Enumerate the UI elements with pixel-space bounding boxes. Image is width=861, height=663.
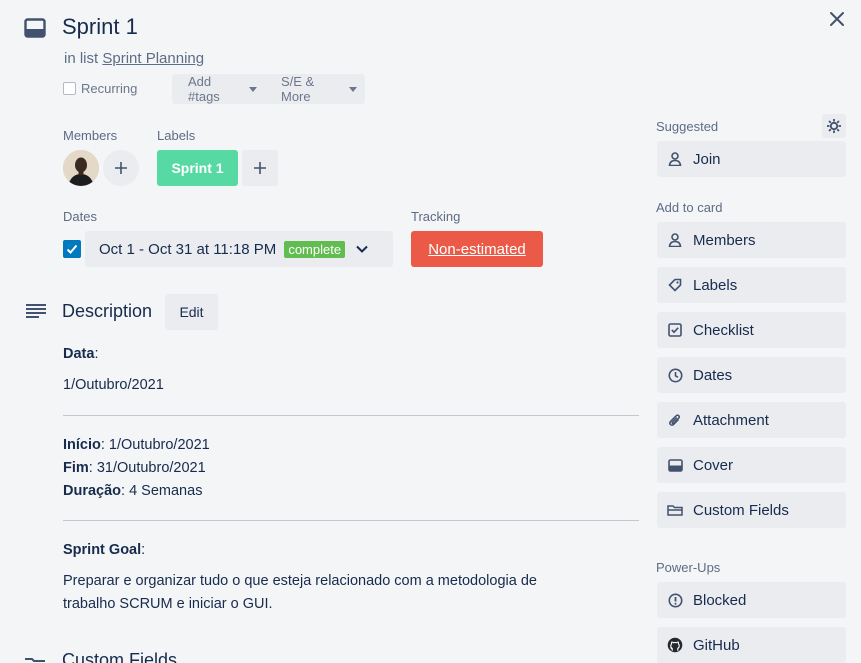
fim-line: Fim: 31/Outubro/2021	[63, 457, 206, 480]
data-value: 1/Outubro/2021	[63, 377, 164, 393]
dates-heading: Dates	[63, 209, 97, 224]
checkmark-icon	[66, 244, 78, 254]
suggested-settings-button[interactable]	[822, 114, 846, 138]
custom-fields-button[interactable]: Custom Fields	[657, 492, 846, 528]
members-heading: Members	[63, 128, 118, 143]
close-icon[interactable]	[826, 8, 848, 30]
goal-label: Sprint Goal	[63, 542, 142, 558]
labels-button[interactable]: Labels	[657, 267, 846, 303]
add-to-card-heading: Add to card	[656, 200, 723, 215]
checklist-icon	[667, 322, 683, 338]
custom-fields-icon	[667, 502, 683, 518]
due-complete-checkbox[interactable]	[63, 240, 81, 258]
join-button[interactable]: Join	[657, 141, 846, 177]
dates-button-label: Dates	[693, 366, 733, 384]
person-icon	[667, 151, 683, 167]
data-label: Data	[63, 346, 95, 362]
attachment-button-label: Attachment	[693, 411, 769, 429]
se-more-button[interactable]: S/E & More	[265, 74, 365, 104]
goal-text-2: trabalho SCRUM e iniciar o GUI.	[63, 596, 273, 612]
fim-value: : 31/Outubro/2021	[88, 460, 206, 476]
tracking-button[interactable]: Non-estimated	[411, 231, 543, 267]
cover-button[interactable]: Cover	[657, 447, 846, 483]
edit-description-button[interactable]: Edit	[165, 294, 218, 330]
person-icon	[667, 232, 683, 248]
custom-fields-icon	[24, 656, 46, 663]
cover-icon	[667, 457, 683, 473]
description-icon	[25, 303, 47, 319]
data-line: Data:	[63, 346, 99, 362]
inicio-label: Início	[63, 437, 101, 453]
add-label-button[interactable]	[242, 150, 278, 186]
github-icon	[667, 637, 683, 653]
recurring-label: Recurring	[81, 81, 138, 96]
divider	[63, 415, 639, 416]
labels-heading: Labels	[157, 128, 196, 143]
add-tags-button[interactable]: Add #tags	[172, 74, 265, 104]
add-tags-label: Add #tags	[188, 74, 220, 104]
paperclip-icon	[667, 412, 683, 428]
plus-icon	[254, 162, 266, 174]
recurring-checkbox[interactable]	[63, 82, 76, 95]
tag-icon	[667, 277, 683, 293]
in-list-text: in list Sprint Planning	[64, 50, 204, 67]
duracao-label: Duração	[63, 483, 122, 499]
github-button[interactable]: GitHub	[657, 627, 846, 663]
checklist-button[interactable]: Checklist	[657, 312, 846, 348]
due-date-text: Oct 1 - Oct 31 at 11:18 PM	[99, 240, 277, 258]
tracking-heading: Tracking	[411, 209, 461, 224]
custom-fields-button-label: Custom Fields	[693, 501, 789, 519]
tag-toolbar: Add #tags S/E & More	[172, 74, 365, 104]
list-link[interactable]: Sprint Planning	[102, 50, 204, 67]
dates-button[interactable]: Dates	[657, 357, 846, 393]
duracao-line: Duração: 4 Semanas	[63, 480, 202, 503]
cover-button-label: Cover	[693, 456, 734, 474]
goal-line: Sprint Goal:	[63, 542, 146, 558]
goal-text-1: Preparar e organizar tudo o que esteja r…	[63, 573, 537, 589]
fim-label: Fim	[63, 460, 89, 476]
se-more-label: S/E & More	[280, 74, 315, 104]
labels-button-label: Labels	[693, 276, 738, 294]
inicio-line: Início: 1/Outubro/2021	[63, 434, 210, 457]
chevron-down-icon	[356, 245, 368, 253]
checklist-button-label: Checklist	[693, 321, 754, 339]
recurring-toggle[interactable]: Recurring	[63, 81, 137, 96]
card-title[interactable]: Sprint 1	[62, 14, 138, 40]
members-button-label: Members	[693, 231, 756, 249]
join-label: Join	[693, 150, 721, 168]
add-member-button[interactable]	[103, 150, 139, 186]
gear-icon	[827, 119, 841, 133]
powerups-heading: Power-Ups	[656, 560, 721, 575]
blocked-icon	[667, 592, 683, 608]
avatar[interactable]	[63, 150, 99, 186]
complete-badge: complete	[284, 240, 346, 258]
plus-icon	[115, 162, 127, 174]
blocked-button-label: Blocked	[693, 591, 747, 609]
label-sprint-1[interactable]: Sprint 1	[157, 150, 238, 186]
blocked-button[interactable]: Blocked	[657, 582, 846, 618]
github-button-label: GitHub	[693, 636, 740, 654]
custom-fields-heading: Custom Fields	[62, 650, 178, 663]
divider	[63, 520, 639, 521]
clock-icon	[667, 367, 683, 383]
suggested-heading: Suggested	[656, 119, 719, 134]
chevron-down-icon	[349, 86, 357, 92]
members-button[interactable]: Members	[657, 222, 846, 258]
attachment-button[interactable]: Attachment	[657, 402, 846, 438]
duracao-value: : 4 Semanas	[121, 483, 203, 499]
description-heading: Description	[62, 301, 153, 321]
card-icon	[24, 18, 46, 38]
due-date-button[interactable]: Oct 1 - Oct 31 at 11:18 PM complete	[85, 231, 393, 267]
chevron-down-icon	[248, 86, 257, 92]
inicio-value: : 1/Outubro/2021	[100, 437, 210, 453]
in-list-prefix: in list	[64, 50, 99, 67]
